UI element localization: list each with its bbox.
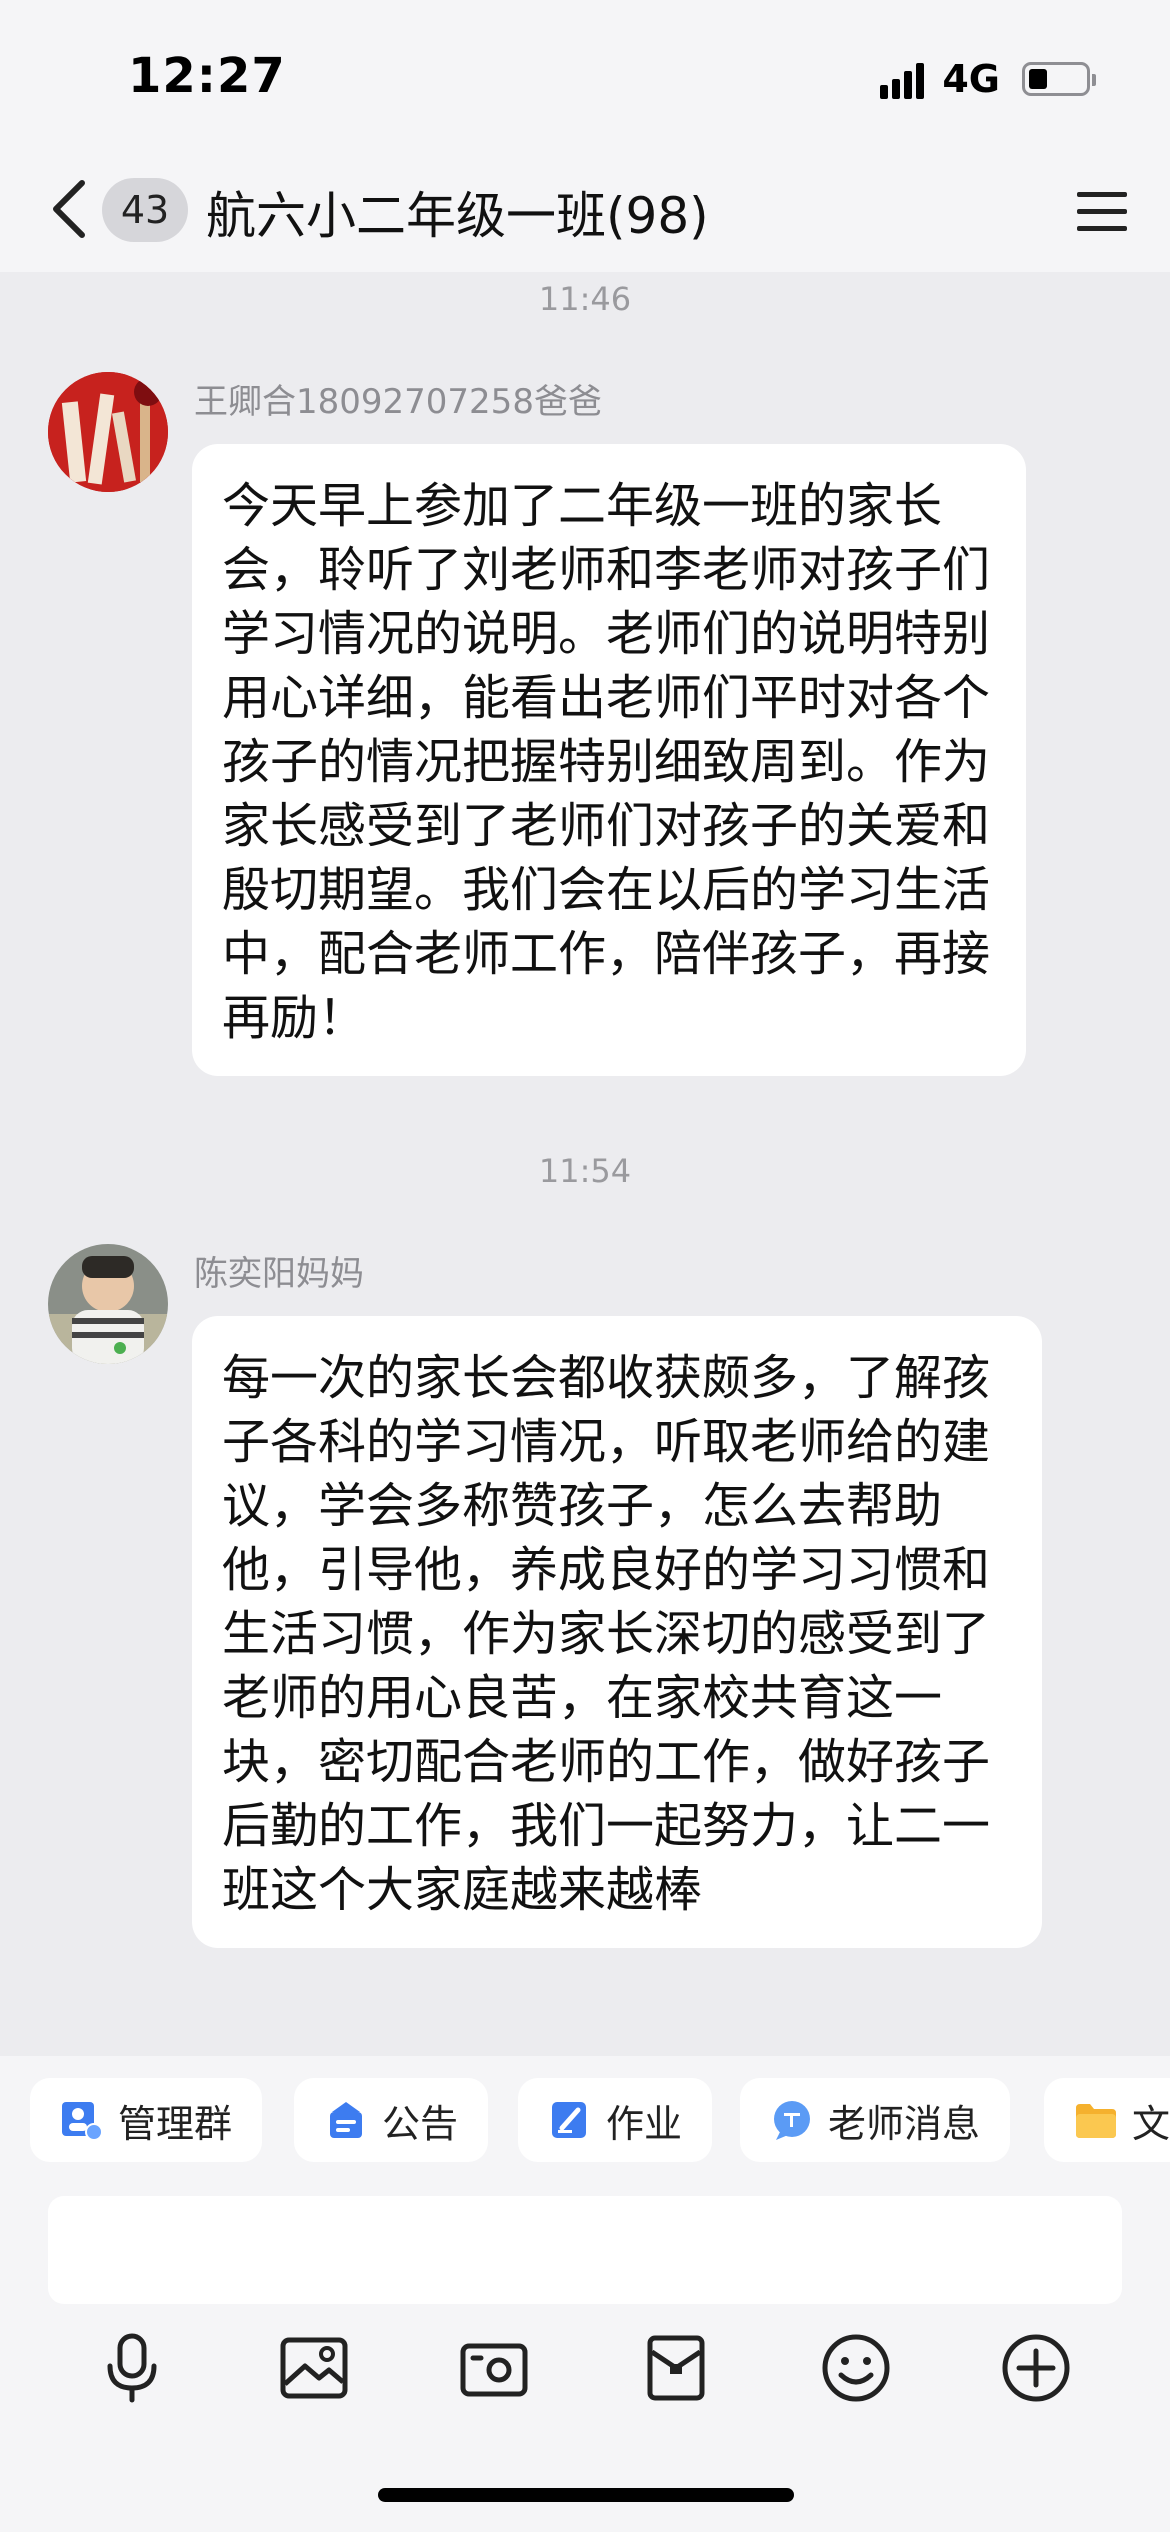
back-button[interactable] [36, 172, 100, 246]
shortcut-label: 管理群 [118, 2101, 233, 2146]
cellular-signal-icon [880, 59, 925, 99]
battery-icon [1022, 62, 1096, 96]
status-bar: 12:27 4G [0, 0, 1170, 150]
shortcut-label: 公告 [382, 2101, 459, 2146]
shortcut-label: 作业 [606, 2101, 683, 2146]
shortcut-homework[interactable]: 作业 [518, 2078, 713, 2162]
more-button[interactable] [996, 2328, 1076, 2408]
red-packet-button[interactable] [636, 2328, 716, 2408]
shortcut-announcement[interactable]: 公告 [294, 2078, 489, 2162]
manage-group-icon [60, 2098, 104, 2142]
red-packet-icon [647, 2335, 705, 2401]
shortcut-bar: 管理群 公告 作业 老师消息 文 [0, 2056, 1170, 2196]
unread-count-badge[interactable]: 43 [102, 178, 188, 242]
folder-icon [1074, 2098, 1118, 2142]
avatar-image [48, 372, 168, 492]
microphone-icon [107, 2333, 157, 2403]
chevron-left-icon [53, 180, 85, 238]
emoji-button[interactable] [816, 2328, 896, 2408]
shortcut-manage-group[interactable]: 管理群 [30, 2078, 263, 2162]
chat-header: 43 航六小二年级一班(98) [0, 150, 1170, 272]
emoji-icon [822, 2334, 890, 2402]
message-bubble[interactable]: 今天早上参加了二年级一班的家长会，聆听了刘老师和李老师对孩子们学习情况的说明。老… [192, 444, 1026, 1076]
input-area [0, 2196, 1170, 2532]
message-bubble[interactable]: 每一次的家长会都收获颇多，了解孩子各科的学习情况，听取老师给的建议，学会多称赞孩… [192, 1316, 1042, 1948]
battery-level-fill [1029, 69, 1047, 89]
homework-icon [548, 2098, 592, 2142]
status-indicators: 4G [880, 54, 1096, 104]
plus-icon [1002, 2334, 1070, 2402]
avatar[interactable] [48, 1244, 168, 1364]
home-indicator[interactable] [378, 2488, 794, 2502]
voice-button[interactable] [92, 2328, 172, 2408]
avatar-image [48, 1244, 168, 1364]
hamburger-menu-icon [1077, 192, 1127, 231]
shortcut-label: 老师消息 [828, 2101, 981, 2146]
time-divider: 11:54 [538, 1152, 632, 1190]
shortcut-label: 文 [1132, 2101, 1170, 2146]
time-divider: 11:46 [538, 280, 632, 318]
message-input[interactable] [48, 2196, 1122, 2304]
sender-name: 陈奕阳妈妈 [194, 1254, 364, 1294]
announcement-icon [324, 2098, 368, 2142]
shortcut-teacher-message[interactable]: 老师消息 [740, 2078, 1011, 2162]
image-icon [280, 2337, 348, 2399]
shortcut-files[interactable]: 文 [1044, 2078, 1170, 2162]
teacher-message-icon [770, 2098, 814, 2142]
chat-title[interactable]: 航六小二年级一班(98) [206, 176, 709, 248]
camera-button[interactable] [454, 2328, 534, 2408]
status-time: 12:27 [128, 48, 286, 104]
sender-name: 王卿合18092707258爸爸 [194, 382, 602, 422]
menu-button[interactable] [1070, 180, 1134, 244]
avatar[interactable] [48, 372, 168, 492]
photo-button[interactable] [274, 2328, 354, 2408]
camera-icon [460, 2343, 528, 2397]
battery-tip [1092, 74, 1096, 86]
network-type: 4G [942, 57, 1000, 101]
